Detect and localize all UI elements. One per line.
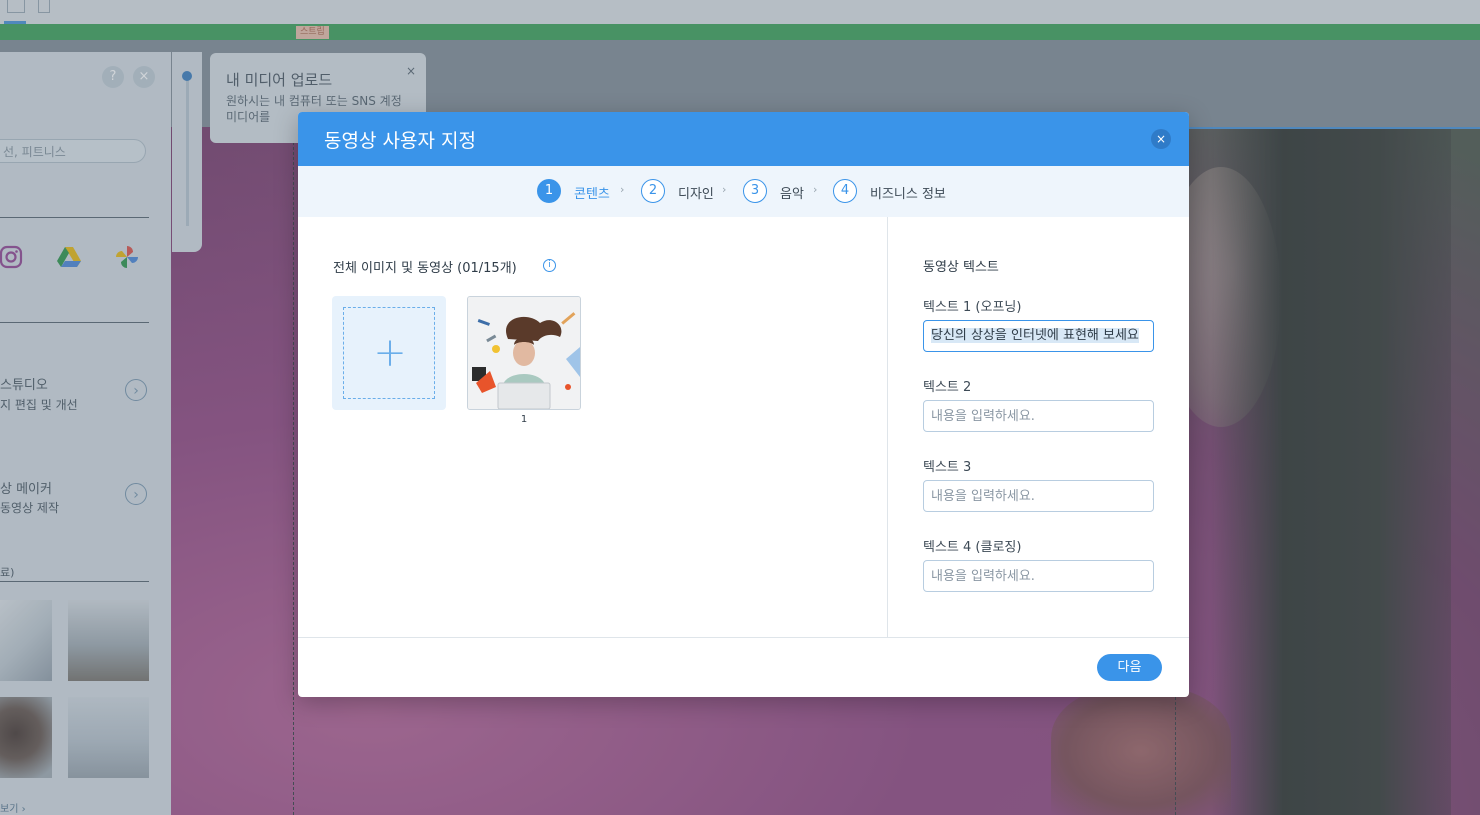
text-1-value: 당신의 상상을 인터넷에 표현해 보세요 bbox=[931, 328, 1139, 343]
media-section: 전체 이미지 및 동영상 (01/15개) i + 1 bbox=[298, 217, 887, 637]
text-3-input[interactable] bbox=[923, 480, 1154, 512]
chevron-right-icon: › bbox=[620, 183, 625, 196]
media-item-number: 1 bbox=[520, 414, 528, 425]
footer-divider bbox=[298, 637, 1189, 638]
video-text-title: 동영상 텍스트 bbox=[923, 260, 999, 275]
step-2-label[interactable]: 디자인 bbox=[678, 183, 714, 202]
step-1-label[interactable]: 콘텐츠 bbox=[574, 183, 610, 202]
video-text-section: 동영상 텍스트 텍스트 1 (오프닝) 당신의 상상을 인터넷에 표현해 보세요… bbox=[888, 217, 1189, 637]
step-1-number[interactable]: 1 bbox=[537, 179, 561, 203]
next-button[interactable]: 다음 bbox=[1097, 654, 1162, 681]
step-4-label[interactable]: 비즈니스 정보 bbox=[870, 183, 946, 202]
close-icon[interactable]: × bbox=[1151, 129, 1171, 149]
dialog-title: 동영상 사용자 지정 bbox=[324, 130, 476, 152]
woman-with-laptop-image bbox=[468, 297, 580, 409]
text-3-label: 텍스트 3 bbox=[923, 460, 972, 475]
text-2-input[interactable] bbox=[923, 400, 1154, 432]
plus-icon: + bbox=[373, 330, 407, 376]
step-progress: 1 콘텐츠 › 2 디자인 › 3 음악 › 4 비즈니스 정보 bbox=[298, 166, 1189, 217]
text-4-label: 텍스트 4 (클로징) bbox=[923, 540, 1022, 555]
media-count-title: 전체 이미지 및 동영상 (01/15개) bbox=[333, 261, 517, 276]
text-2-label: 텍스트 2 bbox=[923, 380, 972, 395]
info-icon[interactable]: i bbox=[543, 259, 556, 272]
step-3-number[interactable]: 3 bbox=[743, 179, 767, 203]
step-4-number[interactable]: 4 bbox=[833, 179, 857, 203]
step-3-label[interactable]: 음악 bbox=[780, 183, 804, 202]
chevron-right-icon: › bbox=[813, 183, 818, 196]
dialog-header: 동영상 사용자 지정 × bbox=[298, 112, 1189, 166]
media-thumbnail[interactable] bbox=[467, 296, 581, 410]
add-media-dropzone: + bbox=[343, 307, 435, 399]
step-2-number[interactable]: 2 bbox=[641, 179, 665, 203]
video-customize-dialog: 동영상 사용자 지정 × 1 콘텐츠 › 2 디자인 › 3 음악 › 4 비즈… bbox=[298, 112, 1189, 697]
text-1-input[interactable]: 당신의 상상을 인터넷에 표현해 보세요 bbox=[923, 320, 1154, 352]
text-1-label: 텍스트 1 (오프닝) bbox=[923, 300, 1022, 315]
add-media-button[interactable]: + bbox=[332, 296, 446, 410]
chevron-right-icon: › bbox=[722, 183, 727, 196]
text-4-input[interactable] bbox=[923, 560, 1154, 592]
